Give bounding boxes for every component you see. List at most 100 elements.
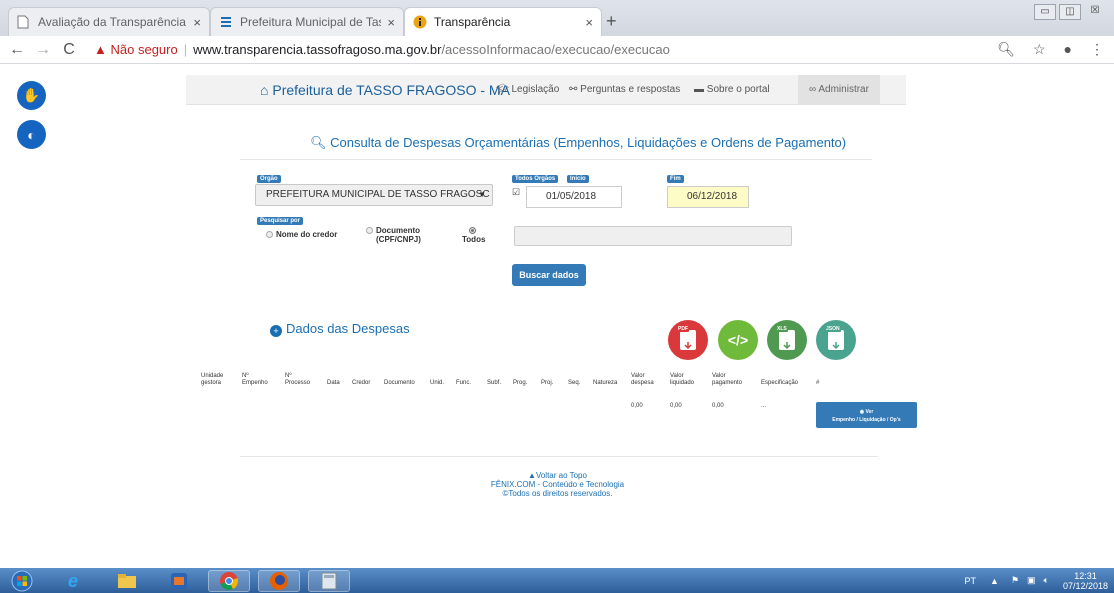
chevron-up-icon: ▲: [528, 471, 536, 480]
fim-label: Fim: [667, 175, 684, 183]
fim-date-input[interactable]: 06/12/2018: [667, 186, 749, 208]
action-center-flag-icon[interactable]: ⚑: [1011, 575, 1019, 586]
info-icon: [413, 15, 427, 29]
url-host: www.transparencia.tassofragoso.ma.gov.br: [193, 42, 442, 57]
close-icon[interactable]: ×: [585, 15, 593, 30]
ver-empenho-button[interactable]: ◉ Ver Empenho / Liquidação / Op's: [816, 402, 917, 428]
radio-label: Documento: [376, 226, 420, 235]
home-link[interactable]: ⌂ Prefeitura de TASSO FRAGOSO - MA: [260, 82, 510, 98]
cell-especificacao: ...: [761, 403, 767, 409]
link-icon: ∞: [809, 84, 817, 95]
chrome-icon[interactable]: [208, 570, 250, 592]
th-data: Data: [327, 380, 340, 386]
warning-icon: ▲: [94, 42, 107, 57]
minimize-button[interactable]: ▭: [1034, 4, 1056, 20]
nav-sobre[interactable]: ▬ Sobre o portal: [694, 84, 770, 95]
new-tab-button[interactable]: +: [606, 11, 617, 32]
ie-icon[interactable]: e: [52, 570, 94, 592]
th-proj: Proj.: [541, 380, 554, 386]
th-valor-liquidado: Valor liquidado: [670, 373, 695, 386]
radio-nome-credor[interactable]: Nome do credor: [266, 230, 337, 239]
th-especificacao: Especificação: [761, 380, 799, 386]
divider: [240, 159, 872, 160]
menu-icon[interactable]: ⋮: [1090, 41, 1104, 58]
download-json-icon[interactable]: JSON: [816, 320, 856, 360]
tab-title: Transparência: [434, 15, 511, 29]
tab-title: Avaliação da Transparência dos: [38, 15, 187, 29]
back-button[interactable]: ←: [4, 41, 30, 59]
close-icon[interactable]: ×: [387, 15, 395, 30]
orgao-select[interactable]: PREFEITURA MUNICIPAL DE TASSO FRAGOSC ▼: [255, 184, 493, 206]
media-player-icon[interactable]: [158, 570, 200, 592]
security-warning[interactable]: ▲ Não seguro: [94, 42, 178, 57]
search-input[interactable]: [514, 226, 792, 246]
zoom-icon[interactable]: 🔍︎: [997, 41, 1015, 58]
inicio-date-input[interactable]: 01/05/2018: [526, 186, 622, 208]
radio-button: [366, 227, 373, 235]
radio-documento[interactable]: Documento (CPF/CNPJ): [366, 226, 421, 244]
buscar-button[interactable]: Buscar dados: [512, 264, 586, 286]
radio-label-sub: (CPF/CNPJ): [376, 235, 421, 244]
plus-circle-icon: +: [270, 325, 282, 337]
reload-button[interactable]: C: [56, 41, 82, 59]
tab-prefeitura[interactable]: Prefeitura Municipal de Tasso Fra ×: [210, 7, 404, 36]
firefox-icon[interactable]: [258, 570, 300, 592]
cell-valor-pagamento: 0,00: [712, 403, 724, 409]
th-subf: Subf.: [487, 380, 502, 386]
url-path: /acessoInformacao/execucao/execucao: [441, 42, 670, 57]
graduation-cap-icon: 🎓︎: [496, 84, 509, 95]
th-valor-pagamento: Valor pagamento: [712, 373, 743, 386]
th-credor: Credor: [352, 380, 371, 386]
clock[interactable]: 12:31 07/12/2018: [1063, 571, 1108, 591]
taskbar: e PT ▲ ⚑ ▣ 🔈︎ 12:31 07/12/2018: [0, 568, 1114, 593]
url-field[interactable]: www.transparencia.tassofragoso.ma.gov.br…: [193, 42, 670, 57]
contrast-icon[interactable]: ◐: [17, 120, 46, 149]
home-label: Prefeitura de TASSO FRAGOSO - MA: [272, 82, 510, 98]
nav-administrar[interactable]: ∞ Administrar: [798, 75, 880, 105]
tab-title: Prefeitura Municipal de Tasso Fra: [240, 15, 381, 29]
todos-orgaos-label: Todos Orgãos: [512, 175, 559, 183]
nav-legislacao[interactable]: 🎓︎ Legislação: [496, 84, 559, 95]
show-hidden-icons-icon[interactable]: ▲: [990, 576, 999, 586]
section-title: + Dados das Despesas: [270, 321, 410, 337]
download-code-icon[interactable]: </>: [718, 320, 758, 360]
th-documento: Documento: [384, 380, 415, 386]
forward-button[interactable]: →: [30, 41, 56, 59]
radio-button: [266, 231, 273, 239]
network-icon[interactable]: ▣: [1027, 575, 1036, 586]
nav-label: Sobre o portal: [706, 84, 770, 95]
close-window-button[interactable]: ☒: [1084, 4, 1106, 20]
voltar-topo-link[interactable]: ▲Voltar ao Topo: [440, 471, 675, 480]
account-icon[interactable]: ●: [1064, 41, 1072, 58]
browser-tab-bar: Avaliação da Transparência dos × Prefeit…: [0, 0, 1114, 36]
orgao-selected-value: PREFEITURA MUNICIPAL DE TASSO FRAGOSC: [266, 189, 490, 200]
bookmark-star-icon[interactable]: ☆: [1033, 41, 1046, 58]
nav-label: Legislação: [511, 84, 560, 95]
sitemap-icon: ⚯: [569, 84, 578, 95]
start-button[interactable]: [4, 570, 40, 592]
volume-icon[interactable]: 🔈︎: [1044, 575, 1049, 586]
th-seq: Seq.: [568, 380, 581, 386]
todos-orgaos-checkbox[interactable]: ☑: [512, 187, 520, 198]
footer-rights: ©Todos os direitos reservados.: [502, 489, 613, 498]
footer: ▲Voltar ao Topo FÊNIX.COM - Conteúdo e T…: [440, 471, 675, 498]
tab-avaliacao[interactable]: Avaliação da Transparência dos ×: [8, 7, 210, 36]
nav-perguntas[interactable]: ⚯ Perguntas e respostas: [569, 84, 680, 95]
folder-icon[interactable]: [106, 570, 148, 592]
maximize-button[interactable]: ◫: [1059, 4, 1081, 20]
th-prog: Prog.: [513, 380, 528, 386]
radio-todos[interactable]: Todos: [462, 226, 485, 244]
download-xls-icon[interactable]: XLS: [767, 320, 807, 360]
orgao-label: Orgão: [257, 175, 281, 183]
radio-label: Nome do credor: [276, 230, 338, 239]
site-navbar: ⌂ Prefeitura de TASSO FRAGOSO - MA 🎓︎ Le…: [186, 75, 906, 105]
close-icon[interactable]: ×: [193, 15, 201, 30]
language-indicator[interactable]: PT: [965, 576, 977, 586]
download-pdf-icon[interactable]: PDF: [668, 320, 708, 360]
calculator-icon[interactable]: [308, 570, 350, 592]
url-separator: |: [183, 42, 188, 57]
sign-language-icon[interactable]: ✋: [17, 81, 46, 110]
th-unid: Unid.: [430, 380, 445, 386]
page-title-text: Consulta de Despesas Orçamentárias (Empe…: [330, 135, 847, 150]
tab-transparencia[interactable]: Transparência ×: [404, 7, 602, 36]
